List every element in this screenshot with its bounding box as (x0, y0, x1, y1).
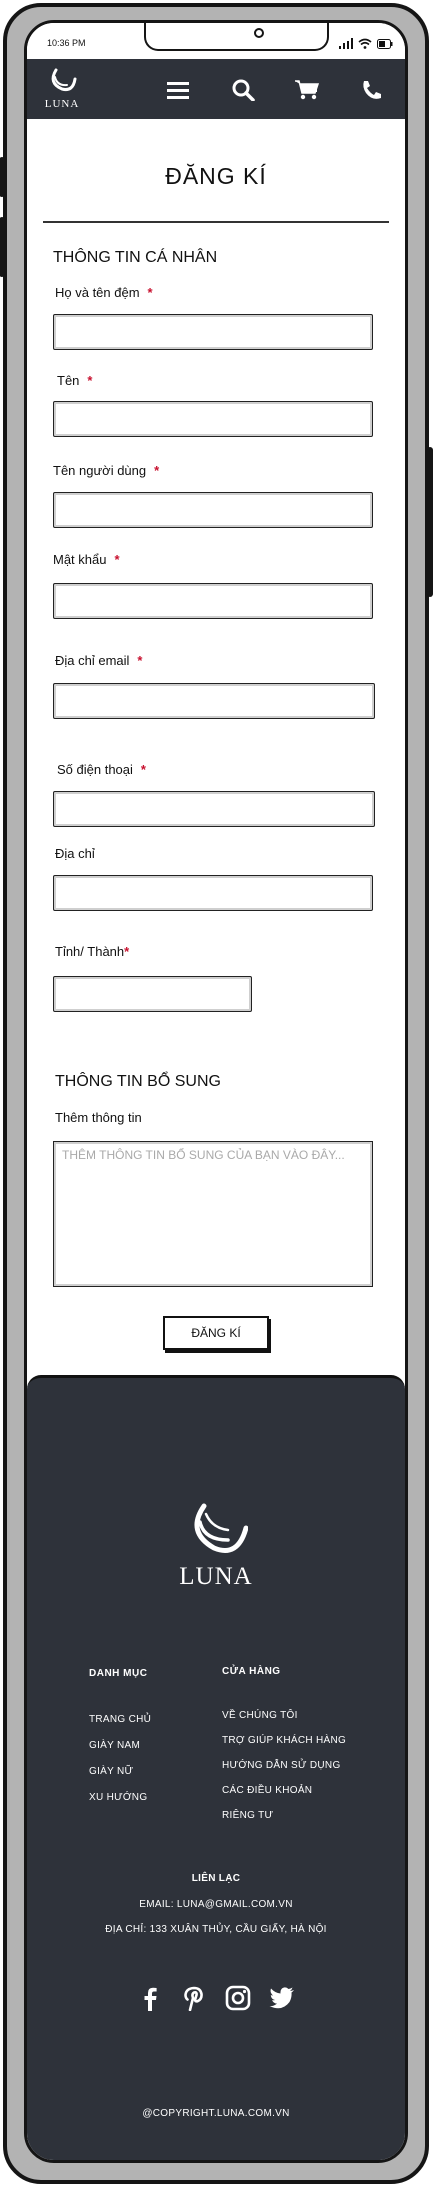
footer-link-terms[interactable]: CÁC ĐIỀU KHOẢN (222, 1785, 312, 1796)
status-bar: 10:36 PM (27, 23, 405, 59)
volume-button (0, 157, 5, 197)
field-label-email: Địa chỉ email * (55, 653, 143, 668)
extra-info-heading: THÔNG TIN BỔ SUNG (55, 1073, 221, 1090)
required-marker: * (140, 762, 146, 777)
field-label-phone: Số điện thoại * (57, 762, 146, 777)
moon-logo-icon (194, 1503, 249, 1553)
password-input[interactable] (53, 583, 373, 619)
menu-icon[interactable] (166, 79, 190, 101)
search-icon[interactable] (231, 79, 255, 101)
signal-icon (339, 38, 353, 49)
province-input[interactable] (53, 976, 252, 1012)
required-marker: * (137, 653, 143, 668)
extra-info-label: Thêm thông tin (55, 1110, 142, 1125)
footer: LUNA DANH MỤC TRANG CHỦ GIÀY NAM GIÀY NỮ… (27, 1375, 405, 2160)
facebook-icon[interactable] (137, 1985, 163, 2011)
field-label-middle-name: Họ và tên đệm * (55, 285, 153, 300)
username-input[interactable] (53, 492, 373, 528)
footer-email[interactable]: EMAIL: LUNA@GMAIL.COM.VN (27, 1899, 405, 1910)
first-name-input[interactable] (53, 401, 373, 437)
field-label-province: Tỉnh/ Thành* (55, 944, 130, 959)
power-button (427, 447, 433, 597)
footer-address: ĐỊA CHỈ: 133 XUÂN THỦY, CẦU GIẤY, HÀ NỘI (105, 1924, 327, 1935)
social-links (27, 1985, 405, 2011)
page-title: ĐĂNG KÍ (165, 163, 267, 189)
logo[interactable]: LUNA (39, 67, 85, 110)
footer-link-trends[interactable]: XU HƯỚNG (89, 1792, 147, 1803)
phone-input[interactable] (53, 791, 375, 827)
field-label-username: Tên người dùng * (53, 463, 160, 478)
footer-copyright: @COPYRIGHT.LUNA.COM.VN (142, 2108, 290, 2119)
system-icons (339, 37, 393, 49)
phone-icon[interactable] (360, 79, 384, 101)
battery-icon (377, 39, 393, 49)
required-marker: * (154, 463, 160, 478)
register-button[interactable]: ĐĂNG KÍ (163, 1316, 269, 1350)
footer-link-guide[interactable]: HƯỚNG DẪN SỬ DỤNG (222, 1760, 341, 1771)
middle-name-input[interactable] (53, 314, 373, 350)
cart-icon[interactable] (295, 79, 319, 101)
footer-contact-heading: LIÊN LẠC (191, 1873, 241, 1884)
footer-link-home[interactable]: TRANG CHỦ (89, 1714, 151, 1725)
wifi-icon (358, 38, 372, 49)
footer-link-about[interactable]: VỀ CHÚNG TÔI (222, 1710, 298, 1721)
required-marker: * (114, 552, 120, 567)
footer-link-men-shoes[interactable]: GIÀY NAM (89, 1740, 140, 1751)
moon-logo-icon (51, 68, 77, 91)
pinterest-icon[interactable] (181, 1985, 207, 2011)
notch (144, 23, 329, 51)
footer-categories-heading: DANH MỤC (89, 1668, 148, 1679)
footer-link-support[interactable]: TRỢ GIÚP KHÁCH HÀNG (222, 1735, 346, 1746)
personal-info-heading: THÔNG TIN CÁ NHÂN (53, 249, 218, 266)
status-time: 10:36 PM (47, 38, 86, 48)
camera-icon (254, 28, 264, 38)
extra-info-textarea[interactable] (53, 1141, 373, 1287)
footer-logo-text: LUNA (179, 1563, 253, 1590)
nav-bar: LUNA (27, 59, 405, 119)
required-marker: * (87, 373, 93, 388)
twitter-icon[interactable] (269, 1985, 295, 2011)
footer-store-heading: CỬA HÀNG (222, 1666, 281, 1677)
field-label-address: Địa chỉ (55, 846, 95, 861)
footer-link-women-shoes[interactable]: GIÀY NỮ (89, 1766, 133, 1777)
logo-text: LUNA (44, 98, 80, 110)
field-label-first-name: Tên * (57, 373, 93, 388)
footer-link-privacy[interactable]: RIÊNG TƯ (222, 1810, 273, 1821)
address-input[interactable] (53, 875, 373, 911)
screen: 10:36 PM LUNA ĐĂNG KÍ THÔNG TIN CÁ NHÂN … (24, 20, 408, 2163)
title-divider (43, 221, 389, 223)
required-marker: * (147, 285, 153, 300)
field-label-password: Mật khẩu * (53, 552, 120, 567)
footer-logo[interactable]: LUNA (27, 1502, 405, 1591)
email-input[interactable] (53, 683, 375, 719)
volume-button (0, 217, 5, 277)
required-marker: * (124, 944, 130, 959)
instagram-icon[interactable] (225, 1985, 251, 2011)
